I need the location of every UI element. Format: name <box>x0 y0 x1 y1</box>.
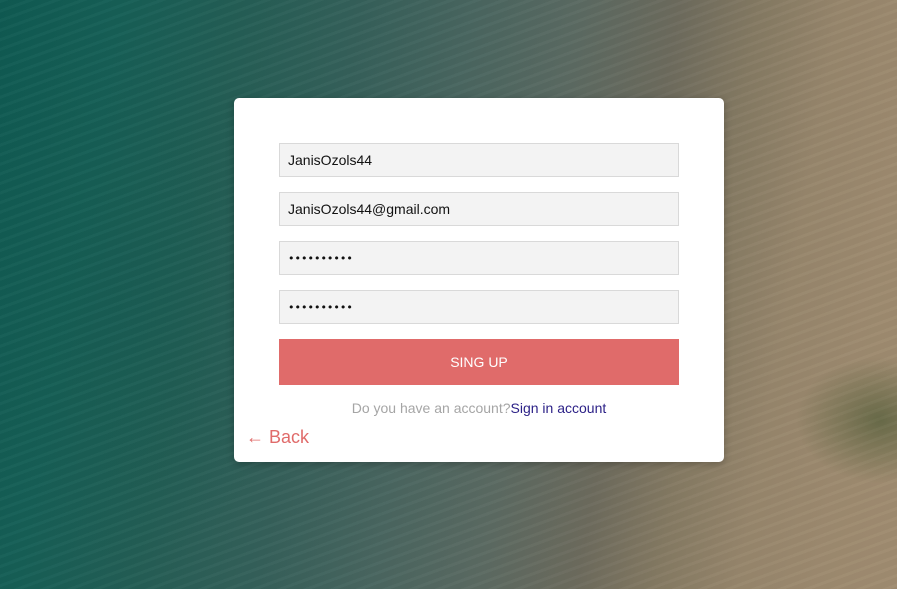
account-prompt: Do you have an account? <box>351 400 511 416</box>
signup-card: SING UP Do you have an account?Sign in a… <box>234 98 724 462</box>
confirm-password-field[interactable] <box>279 290 679 324</box>
back-link[interactable]: ← Back <box>246 427 309 448</box>
signup-button[interactable]: SING UP <box>279 339 679 385</box>
username-field[interactable] <box>279 143 679 177</box>
account-line: Do you have an account?Sign in account <box>234 400 724 416</box>
signin-link[interactable]: Sign in account <box>511 400 607 416</box>
password-field[interactable] <box>279 241 679 275</box>
email-field[interactable] <box>279 192 679 226</box>
